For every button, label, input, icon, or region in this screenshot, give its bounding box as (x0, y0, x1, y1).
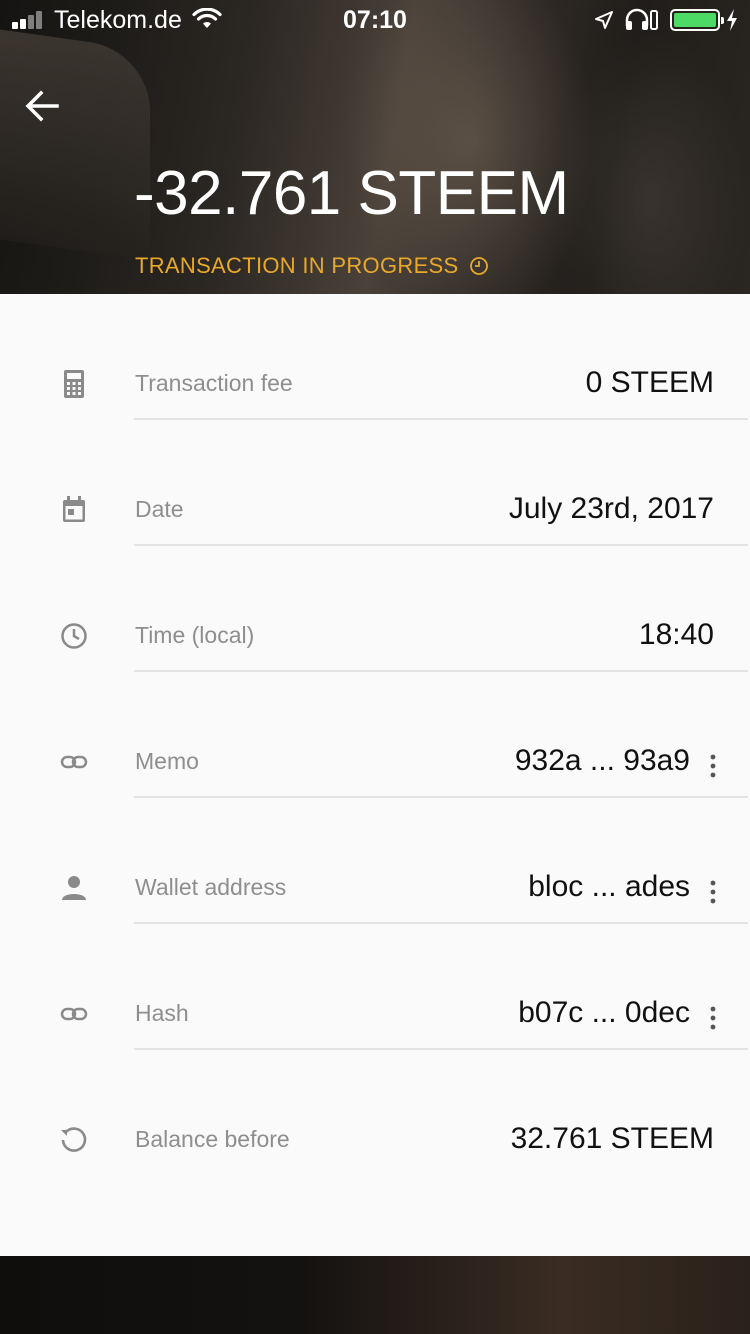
detail-row-memo: Memo 932a ... 93a9 (0, 672, 750, 798)
history-icon (61, 1127, 87, 1152)
location-arrow-icon (595, 11, 613, 29)
detail-value: July 23rd, 2017 (508, 492, 714, 525)
calculator-icon (64, 370, 84, 398)
link-icon (60, 755, 88, 769)
detail-value: bloc ... ades (528, 870, 690, 903)
link-icon (60, 1007, 88, 1021)
detail-label: Hash (135, 1000, 189, 1026)
detail-row-hash: Hash b07c ... 0dec (0, 924, 750, 1050)
more-options-icon[interactable] (702, 751, 724, 781)
battery-level (674, 13, 716, 27)
detail-row-time: Time (local) 18:40 (0, 546, 750, 672)
detail-row-transaction-fee: Transaction fee 0 STEEM (0, 294, 750, 420)
transaction-status: TRANSACTION IN PROGRESS (135, 253, 489, 279)
transaction-details-list: Transaction fee 0 STEEM Date July 23rd, … (0, 294, 750, 1176)
status-bar: Telekom.de 07:10 (0, 0, 750, 40)
detail-value: 932a ... 93a9 (514, 744, 690, 777)
detail-value: 0 STEEM (585, 366, 714, 399)
headphones-icon (625, 8, 658, 30)
detail-label: Wallet address (135, 874, 287, 900)
person-icon (62, 876, 86, 900)
detail-value: 18:40 (638, 618, 714, 651)
detail-label: Transaction fee (135, 370, 293, 396)
transaction-status-label: TRANSACTION IN PROGRESS (135, 253, 459, 278)
more-options-icon[interactable] (702, 1003, 724, 1033)
calendar-icon (63, 496, 85, 522)
detail-label: Time (local) (135, 622, 255, 648)
detail-row-date: Date July 23rd, 2017 (0, 420, 750, 546)
detail-row-balance-before: Balance before 32.761 STEEM (0, 1050, 750, 1176)
more-options-icon[interactable] (702, 877, 724, 907)
detail-label: Memo (135, 748, 199, 774)
detail-row-wallet-address: Wallet address bloc ... ades (0, 798, 750, 924)
battery-icon (670, 9, 724, 31)
detail-label: Balance before (135, 1126, 290, 1152)
back-arrow-icon[interactable] (22, 86, 62, 126)
charging-bolt-icon (727, 9, 737, 31)
transaction-amount: -32.761 STEEM (134, 159, 569, 228)
footer-background (0, 1256, 750, 1334)
detail-label: Date (135, 496, 184, 522)
clock-icon (61, 623, 87, 649)
header-background-image (0, 29, 150, 261)
detail-value: b07c ... 0dec (518, 996, 690, 1029)
transaction-header: Telekom.de 07:10 -32.761 STEEM TRANSACTI… (0, 0, 750, 294)
pending-clock-icon (469, 257, 488, 275)
detail-value: 32.761 STEEM (510, 1122, 714, 1155)
